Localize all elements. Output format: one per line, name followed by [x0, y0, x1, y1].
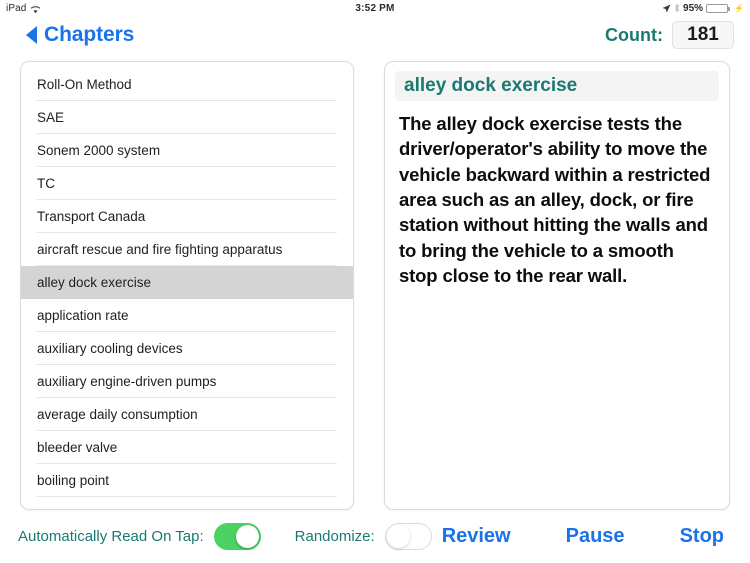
toggle-knob-icon	[386, 525, 410, 548]
list-item[interactable]: Sonem 2000 system	[21, 134, 353, 167]
main-content: Roll-On Method SAE Sonem 2000 system TC Tran…	[0, 54, 750, 510]
definition-panel: alley dock exercise The alley dock exerc…	[384, 61, 730, 510]
list-item[interactable]: auxiliary cooling devices	[21, 332, 353, 365]
randomize-setting: Randomize:	[295, 523, 432, 550]
list-item-label: boiling point	[37, 473, 110, 488]
list-item[interactable]: Roll-On Method	[21, 68, 353, 101]
toggle-knob-icon	[235, 525, 259, 548]
count-label: Count:	[605, 24, 663, 45]
list-item[interactable]: auxiliary engine-driven pumps	[21, 365, 353, 398]
bluetooth-icon	[674, 3, 680, 13]
list-item-label: auxiliary cooling devices	[37, 341, 183, 356]
auto-read-label: Automatically Read On Tap:	[18, 528, 204, 545]
auto-read-toggle[interactable]	[213, 523, 261, 550]
back-button[interactable]: Chapters	[26, 23, 134, 47]
list-item-label: auxiliary engine-driven pumps	[37, 374, 217, 389]
stop-button[interactable]: Stop	[680, 525, 724, 548]
list-item[interactable]: application rate	[21, 299, 353, 332]
pause-button[interactable]: Pause	[566, 525, 625, 548]
review-button[interactable]: Review	[442, 525, 511, 548]
count-display: Count: 181	[605, 21, 734, 49]
list-item[interactable]: Transport Canada	[21, 200, 353, 233]
toolbar-actions: Review Pause Stop	[442, 525, 732, 548]
back-chevron-icon	[26, 26, 37, 44]
list-item-label: TC	[37, 176, 55, 191]
list-item-label: average daily consumption	[37, 407, 198, 422]
bottom-toolbar: Automatically Read On Tap: Randomize: Re…	[0, 510, 750, 563]
list-item-label: aircraft rescue and fire fighting appara…	[37, 242, 283, 257]
list-item-label: SAE	[37, 110, 65, 125]
randomize-label: Randomize:	[294, 528, 375, 545]
list-item-label: bleeder valve	[37, 440, 118, 455]
list-item-label: alley dock exercise	[37, 275, 152, 290]
back-button-label: Chapters	[44, 23, 135, 46]
list-item-label: Sonem 2000 system	[37, 143, 161, 158]
list-item[interactable]: average daily consumption	[21, 398, 353, 431]
randomize-toggle[interactable]	[384, 523, 432, 550]
list-item-label: Transport Canada	[37, 209, 146, 224]
status-bar: iPad 3:52 PM 95% ⚡	[0, 0, 750, 16]
navigation-bar: Chapters Count: 181	[0, 16, 750, 54]
definition-title: alley dock exercise	[395, 71, 719, 101]
terms-list-panel: Roll-On Method SAE Sonem 2000 system TC Tran…	[20, 61, 354, 510]
list-item[interactable]: SAE	[21, 101, 353, 134]
list-item-label: Roll-On Method	[37, 77, 132, 92]
list-item[interactable]: boiling point	[21, 464, 353, 497]
definition-body: The alley dock exercise tests the driver…	[399, 113, 711, 287]
list-item[interactable]: aircraft rescue and fire fighting appara…	[21, 233, 353, 266]
terms-list[interactable]: Roll-On Method SAE Sonem 2000 system TC Tran…	[21, 68, 353, 497]
list-item[interactable]: bleeder valve	[21, 431, 353, 464]
list-item[interactable]: alley dock exercise	[21, 266, 353, 299]
list-item[interactable]: TC	[21, 167, 353, 200]
list-separator	[37, 496, 337, 497]
status-bar-time: 3:52 PM	[355, 2, 395, 14]
auto-read-setting: Automatically Read On Tap:	[18, 523, 261, 550]
list-item-label: application rate	[37, 308, 129, 323]
battery-icon	[706, 3, 731, 13]
count-value-box[interactable]: 181	[672, 21, 734, 49]
